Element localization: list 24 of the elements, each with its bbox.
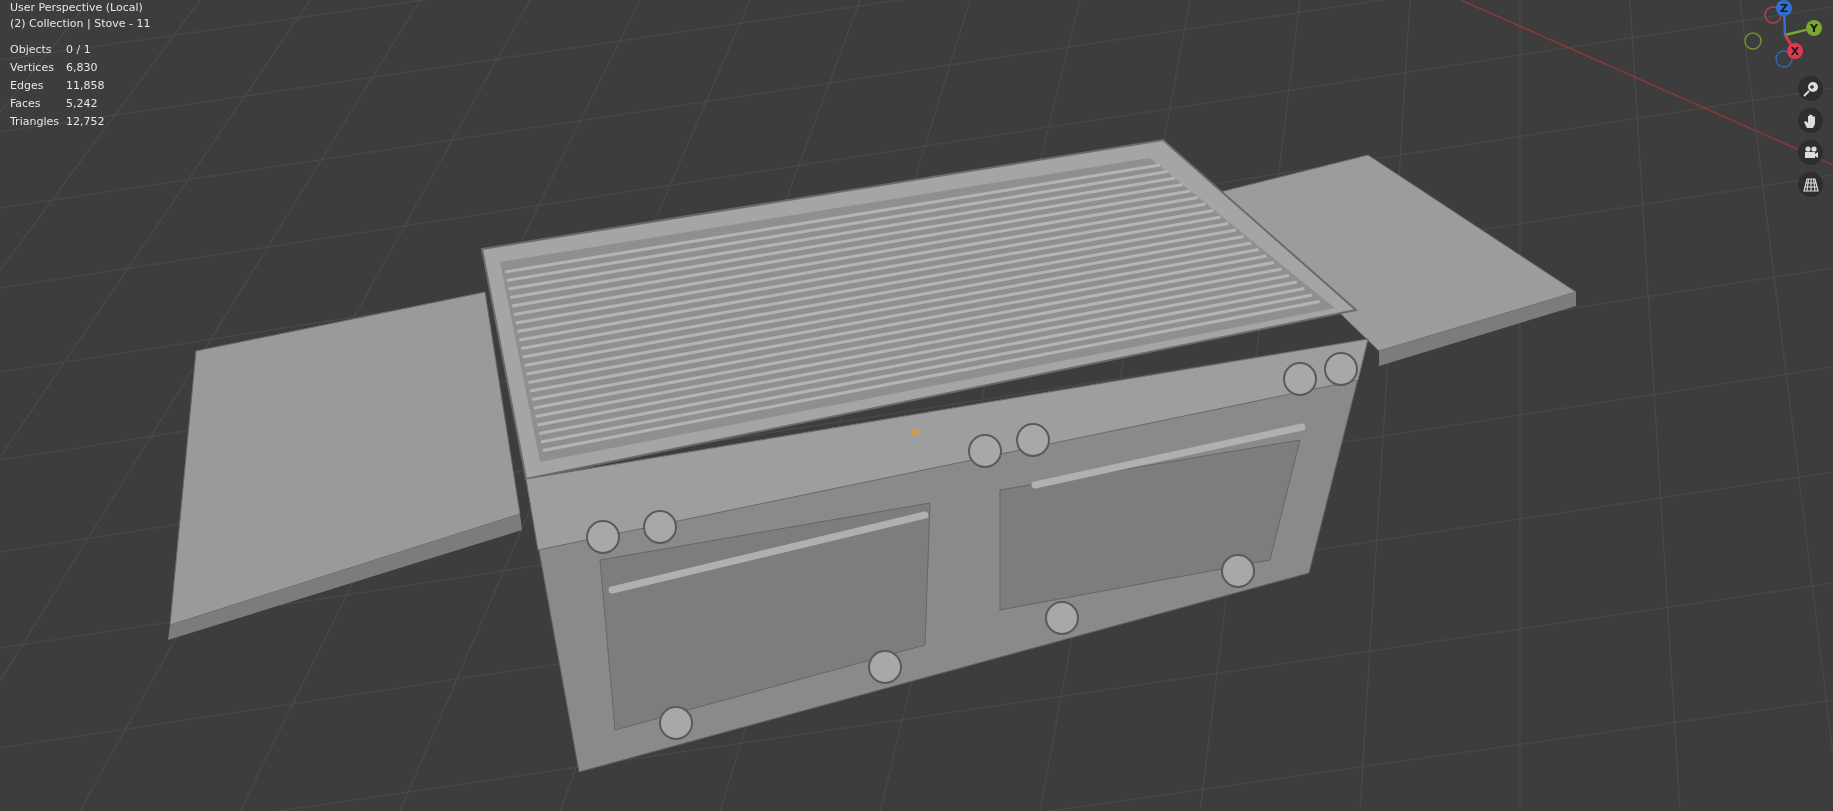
stat-label: Vertices — [10, 60, 55, 75]
stat-label: Objects — [10, 42, 53, 57]
negative-axis-ring[interactable] — [1744, 32, 1762, 50]
stat-value: 0 / 1 — [66, 42, 92, 57]
zoom-button[interactable] — [1798, 76, 1823, 101]
stat-value: 6,830 — [66, 60, 99, 75]
viewport-header-text: User Perspective (Local) — [10, 0, 144, 16]
pan-button[interactable] — [1798, 108, 1823, 133]
zoom-icon — [1802, 80, 1819, 97]
axis-button[interactable]: Y — [1806, 20, 1822, 36]
ortho-toggle-button[interactable] — [1798, 172, 1823, 197]
stat-label: Triangles — [10, 114, 60, 129]
camera-view-button[interactable] — [1798, 140, 1823, 165]
stat-value: 11,858 — [66, 78, 106, 93]
stat-value: 12,752 — [66, 114, 106, 129]
negative-axis-ring[interactable] — [1775, 50, 1793, 68]
camera-icon — [1802, 144, 1819, 161]
axis-button[interactable]: X — [1787, 43, 1803, 59]
stat-label: Edges — [10, 78, 45, 93]
stat-value: 5,242 — [66, 96, 99, 111]
stat-label: Faces — [10, 96, 42, 111]
axis-button[interactable]: Z — [1776, 0, 1792, 16]
viewport-header-text: (2) Collection | Stove - 11 — [10, 16, 151, 32]
grid-icon — [1802, 176, 1819, 193]
